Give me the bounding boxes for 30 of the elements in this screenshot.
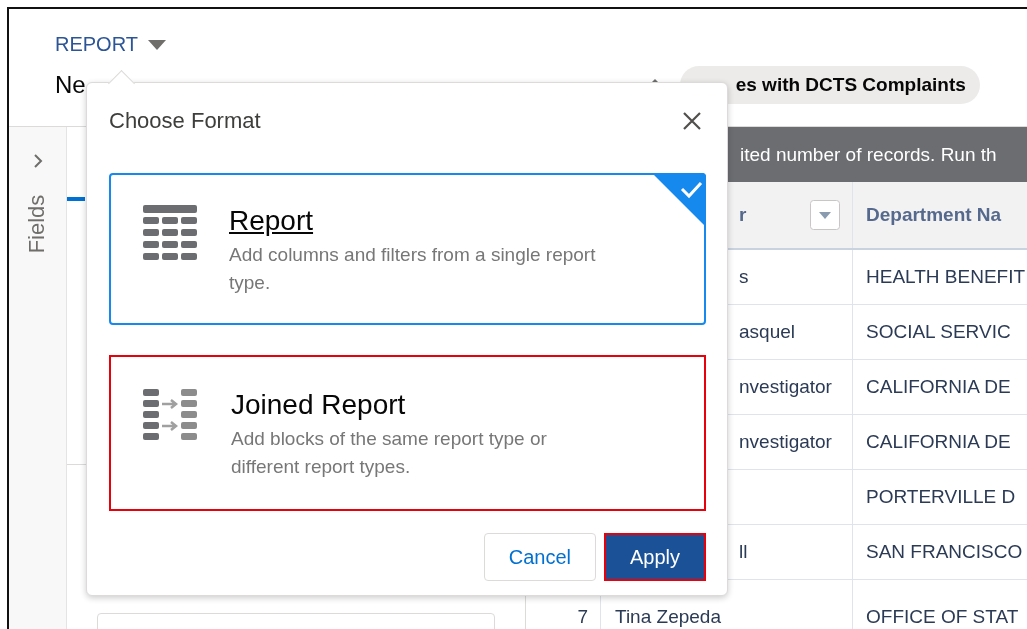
checkmark-icon [652,173,706,227]
option-title: Report [229,205,315,237]
fields-label: Fields [24,194,51,254]
option-description: Add blocks of the same report type or different report types. [231,427,548,479]
report-title: Ne [55,71,86,99]
object-label[interactable]: REPORT [55,33,138,56]
table-icon [143,205,197,261]
table-cell-text: OFFICE OF STAT [865,605,1020,629]
report-type-pill: es with DCTS Complaints [679,66,980,104]
table-cell-text: SAN FRANCISCO [865,540,1024,564]
table-cell-text: CALIFORNIA DE [865,375,1012,399]
fields-sidebar[interactable]: Fields [9,127,67,629]
table-cell-text: CALIFORNIA DE [865,430,1012,454]
caret-icon[interactable] [148,38,166,51]
option-title: Joined Report [231,389,407,421]
option-description: Add columns and filters from a single report type. [229,243,597,295]
chevron-right-icon[interactable] [31,153,44,169]
table-cell-text: HEALTH BENEFIT [865,265,1027,289]
cancel-button[interactable]: Cancel [483,533,596,581]
format-option[interactable]: Joined Report Add blocks of the same report type or different report types. [109,355,706,511]
format-option[interactable]: Report Add columns and filters from a single report type. [109,173,706,325]
table-cell-text: PORTERVILLE D [865,485,1017,509]
column-header[interactable]: Department Na [853,182,1027,248]
apply-button[interactable]: Apply [603,533,706,581]
banner-text: ited number of records. Run th [740,143,997,166]
popover-title: Choose Format [109,108,261,134]
table-cell-text: SOCIAL SERVIC [865,320,1012,344]
close-icon[interactable] [682,111,702,131]
column-menu-icon[interactable] [810,200,840,230]
joined-table-icon [143,389,199,441]
